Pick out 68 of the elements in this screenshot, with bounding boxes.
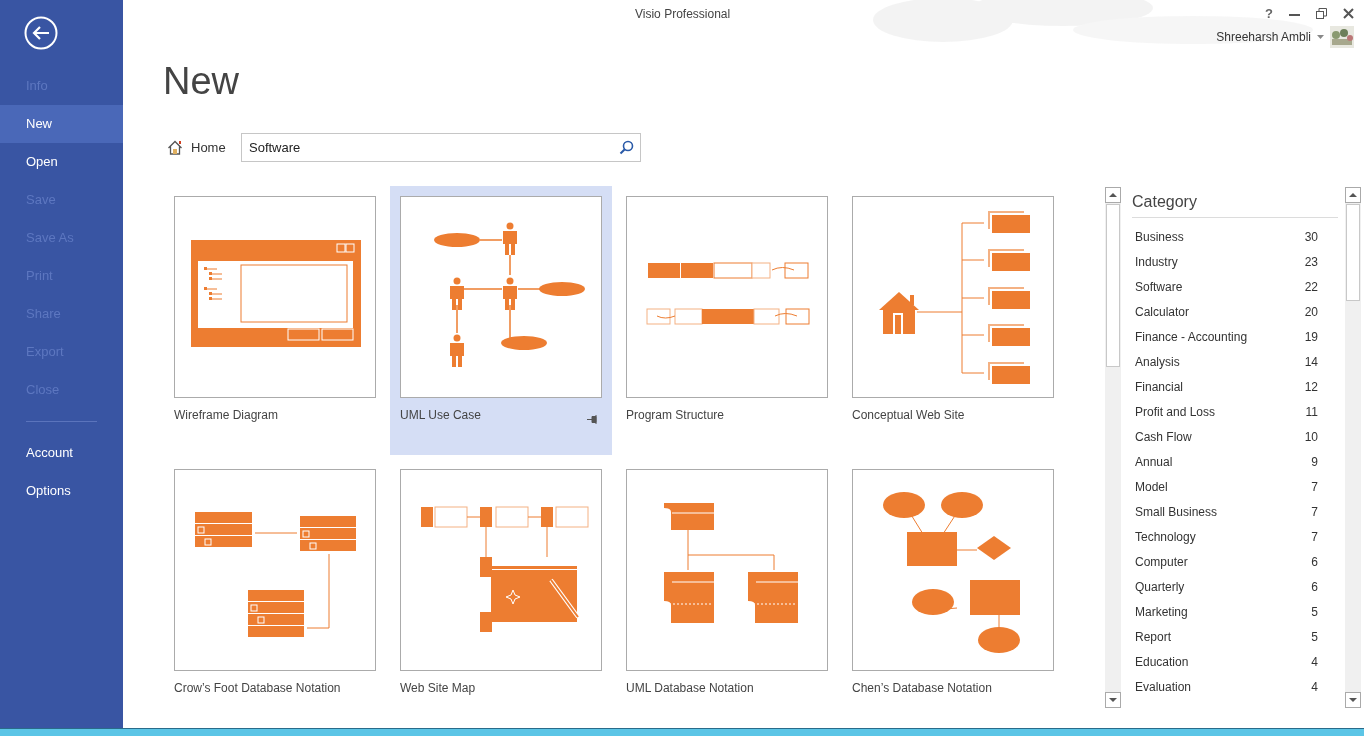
home-icon[interactable] xyxy=(167,140,183,155)
scroll-down-icon[interactable] xyxy=(1345,692,1361,708)
template-thumbnail[interactable] xyxy=(174,469,376,671)
template-card[interactable]: UML Use Case xyxy=(390,186,612,455)
scrollbar-thumb[interactable] xyxy=(1106,204,1120,367)
category-item[interactable]: Computer 6 xyxy=(1132,553,1338,578)
category-item[interactable]: Cash Flow 10 xyxy=(1132,428,1338,453)
search-icon[interactable] xyxy=(619,140,634,155)
restore-icon[interactable] xyxy=(1316,8,1327,20)
page-title: New xyxy=(163,59,240,103)
template-thumbnail[interactable] xyxy=(852,469,1054,671)
template-card[interactable]: Web Site Map xyxy=(390,459,612,728)
scroll-up-icon[interactable] xyxy=(1345,187,1361,203)
template-name: UML Database Notation xyxy=(626,680,754,696)
category-item[interactable]: Model 7 xyxy=(1132,478,1338,503)
menu-item[interactable]: Account xyxy=(0,434,123,472)
category-item[interactable]: Analysis 14 xyxy=(1132,353,1338,378)
search-field[interactable]: Software xyxy=(241,133,641,162)
template-thumbnail[interactable] xyxy=(400,469,602,671)
panel-title: Category xyxy=(1132,192,1198,212)
category-item[interactable]: Annual 9 xyxy=(1132,453,1338,478)
category-item[interactable]: Quarterly 6 xyxy=(1132,578,1338,603)
template-name: Conceptual Web Site xyxy=(852,407,965,423)
pin-icon[interactable] xyxy=(587,415,598,424)
menu-item[interactable]: Open xyxy=(0,143,123,181)
category-item[interactable]: Finance - Accounting 19 xyxy=(1132,328,1338,353)
scroll-up-icon[interactable] xyxy=(1105,187,1121,203)
template-thumbnail[interactable] xyxy=(626,196,828,398)
window-title: Visio Professional xyxy=(635,6,731,23)
scrollbar[interactable] xyxy=(1345,187,1361,708)
template-name: Crow’s Foot Database Notation xyxy=(174,680,341,696)
template-name: UML Use Case xyxy=(400,407,481,423)
template-thumbnail[interactable] xyxy=(626,469,828,671)
template-name: Wireframe Diagram xyxy=(174,407,278,423)
help-button[interactable]: ? xyxy=(1265,4,1273,24)
template-name: Program Structure xyxy=(626,407,725,423)
category-item[interactable]: Business 30 xyxy=(1132,228,1338,253)
template-thumbnail[interactable] xyxy=(400,196,602,398)
category-item[interactable]: Technology 7 xyxy=(1132,528,1338,553)
breadcrumb-link[interactable]: Home xyxy=(191,137,226,158)
back-icon[interactable] xyxy=(24,16,58,50)
menu-item[interactable]: New xyxy=(0,105,123,143)
category-item[interactable]: Education 4 xyxy=(1132,653,1338,678)
template-name: Chen’s Database Notation xyxy=(852,680,992,696)
dropdown-icon[interactable] xyxy=(1317,35,1324,39)
scroll-down-icon[interactable] xyxy=(1105,692,1121,708)
close-icon[interactable] xyxy=(1343,8,1354,20)
template-thumbnail[interactable] xyxy=(174,196,376,398)
template-card[interactable]: Wireframe Diagram xyxy=(164,186,386,455)
template-card[interactable]: Program Structure xyxy=(616,186,838,455)
menu-item[interactable]: Options xyxy=(0,472,123,510)
template-card[interactable]: Crow’s Foot Database Notation xyxy=(164,459,386,728)
category-item[interactable]: Marketing 5 xyxy=(1132,603,1338,628)
category-item[interactable]: Calculator 20 xyxy=(1132,303,1338,328)
scrollbar[interactable] xyxy=(1105,187,1121,708)
template-name: Web Site Map xyxy=(400,680,476,696)
category-item[interactable]: Evaluation 4 xyxy=(1132,678,1338,703)
scrollbar-thumb[interactable] xyxy=(1346,204,1360,301)
category-item[interactable]: Industry 23 xyxy=(1132,253,1338,278)
template-card[interactable]: Conceptual Web Site xyxy=(842,186,1064,455)
template-thumbnail[interactable] xyxy=(852,196,1054,398)
template-card[interactable]: Chen’s Database Notation xyxy=(842,459,1064,728)
category-item[interactable]: Report 5 xyxy=(1132,628,1338,653)
category-item[interactable]: Software 22 xyxy=(1132,278,1338,303)
category-item[interactable]: Small Business 7 xyxy=(1132,503,1338,528)
category-item[interactable]: Financial 12 xyxy=(1132,378,1338,403)
category-item[interactable]: Profit and Loss 11 xyxy=(1132,403,1338,428)
template-card[interactable]: UML Database Notation xyxy=(616,459,838,728)
